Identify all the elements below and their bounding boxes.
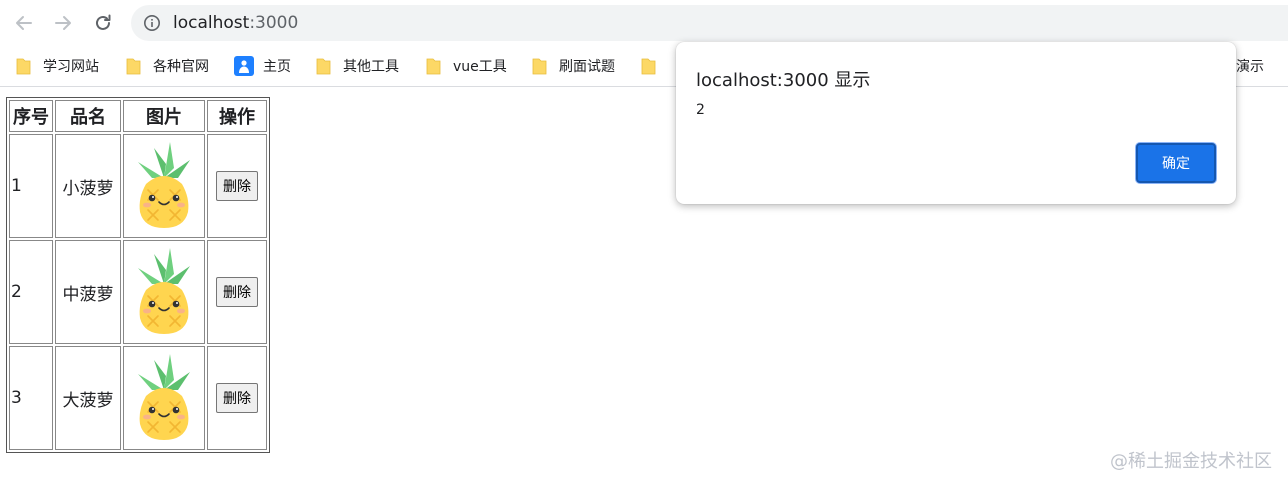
bookmark-label: vue工具 <box>453 59 507 75</box>
bookmark-label: 学习网站 <box>43 59 99 75</box>
reload-button[interactable] <box>89 9 117 37</box>
back-arrow-icon <box>16 16 32 30</box>
bookmark-label: 各种官网 <box>153 59 209 75</box>
product-name: 中菠萝 <box>55 240 121 344</box>
product-table: 序号 品名 图片 操作 1 小菠萝 删除 2 中菠萝 删除 3 大菠萝 删除 <box>6 97 270 453</box>
row-number: 1 <box>9 134 53 238</box>
alert-dialog: localhost:3000 显示 2 确定 <box>676 42 1236 204</box>
header-image: 图片 <box>123 100 205 132</box>
folder-icon <box>126 58 141 75</box>
product-image-cell <box>123 240 205 344</box>
action-cell: 删除 <box>207 134 267 238</box>
watermark: @稀土掘金技术社区 <box>1110 451 1272 472</box>
product-name: 小菠萝 <box>55 134 121 238</box>
bookmark-label: 其他工具 <box>343 59 399 75</box>
dialog-title: localhost:3000 显示 <box>696 70 871 91</box>
delete-button[interactable]: 删除 <box>216 383 258 413</box>
row-number: 2 <box>9 240 53 344</box>
product-name: 大菠萝 <box>55 346 121 450</box>
product-image-cell <box>123 134 205 238</box>
action-cell: 删除 <box>207 346 267 450</box>
url-port: :3000 <box>249 13 299 33</box>
folder-icon <box>426 58 441 75</box>
product-image-cell <box>123 346 205 450</box>
pineapple-image <box>138 247 190 334</box>
bookmark-folder-other-tools[interactable]: 其他工具 <box>316 54 399 78</box>
folder-icon <box>532 58 547 75</box>
back-button[interactable] <box>10 9 38 37</box>
table-row: 2 中菠萝 删除 <box>9 240 267 344</box>
pineapple-image <box>138 353 190 440</box>
bookmark-folder-vue-tools[interactable]: vue工具 <box>426 54 507 78</box>
folder-icon <box>16 58 31 75</box>
bookmark-label: 主页 <box>263 59 291 75</box>
reload-icon <box>96 14 111 30</box>
bookmark-folder-official-sites[interactable]: 各种官网 <box>126 54 209 78</box>
bookmark-folder-study[interactable]: 学习网站 <box>16 54 99 78</box>
pineapple-image <box>138 141 190 228</box>
address-bar[interactable]: localhost:3000 <box>131 5 1288 41</box>
bookmark-folder-partial[interactable] <box>641 54 668 78</box>
table-row: 3 大菠萝 删除 <box>9 346 267 450</box>
bookmark-folder-interview[interactable]: 刷面试题 <box>532 54 615 78</box>
table-header-row: 序号 品名 图片 操作 <box>9 100 267 132</box>
profile-page-icon <box>234 56 254 76</box>
info-icon[interactable] <box>143 14 161 32</box>
delete-button[interactable]: 删除 <box>216 171 258 201</box>
folder-icon <box>641 58 656 75</box>
forward-button[interactable] <box>49 9 77 37</box>
ok-button[interactable]: 确定 <box>1136 143 1216 183</box>
forward-arrow-icon <box>55 16 71 30</box>
row-number: 3 <box>9 346 53 450</box>
header-action: 操作 <box>207 100 267 132</box>
action-cell: 删除 <box>207 240 267 344</box>
dialog-message: 2 <box>696 102 705 118</box>
bookmark-label: 刷面试题 <box>559 59 615 75</box>
bookmark-home[interactable]: 主页 <box>234 54 291 78</box>
folder-icon <box>316 58 331 75</box>
table-row: 1 小菠萝 删除 <box>9 134 267 238</box>
browser-toolbar: localhost:3000 <box>0 0 1288 46</box>
url-host: localhost <box>173 13 250 33</box>
header-no: 序号 <box>9 100 53 132</box>
bookmark-label: 演示 <box>1236 59 1264 75</box>
url-text: localhost:3000 <box>173 12 298 34</box>
bookmark-demo[interactable]: 演示 <box>1236 54 1264 78</box>
header-name: 品名 <box>55 100 121 132</box>
delete-button[interactable]: 删除 <box>216 277 258 307</box>
